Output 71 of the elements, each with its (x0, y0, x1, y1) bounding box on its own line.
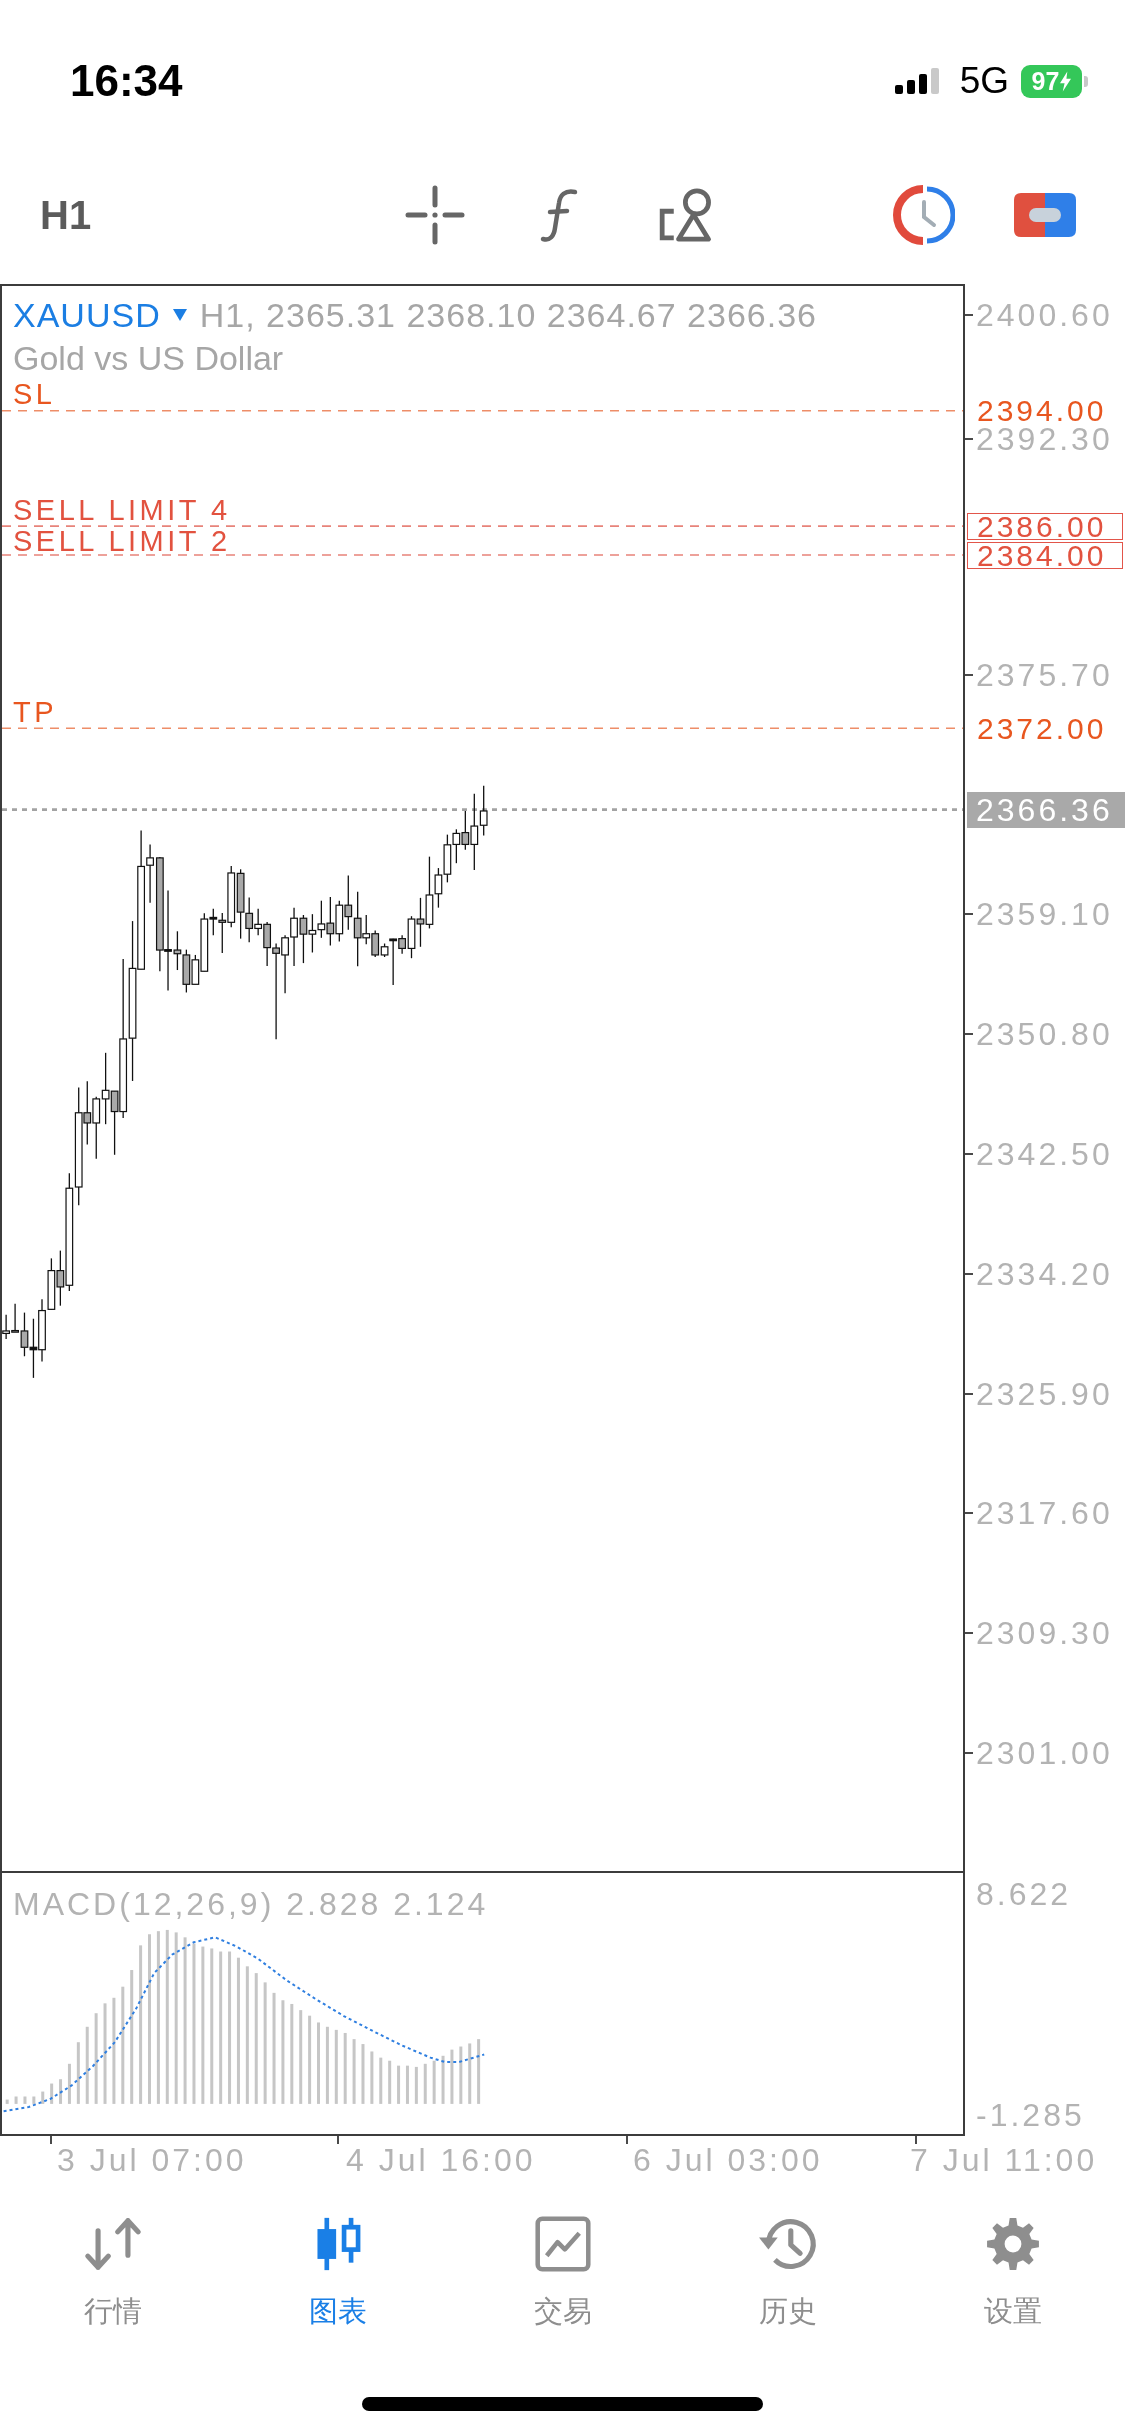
histogram-bar (23, 2096, 27, 2104)
histogram-bar (41, 2091, 45, 2104)
candlestick (344, 874, 353, 931)
line-chart-icon (533, 2216, 592, 2272)
nav-tab[interactable]: 历史 (675, 2216, 900, 2328)
histogram-bar (76, 2042, 80, 2104)
histogram-bar (405, 2065, 409, 2104)
histogram-bar (468, 2043, 472, 2104)
histogram-bar (361, 2044, 365, 2104)
function-icon[interactable] (539, 187, 580, 243)
histogram-bar (459, 2046, 463, 2104)
current-price-tag: 2366.36 (967, 791, 1125, 828)
candlestick (326, 896, 335, 947)
histogram-bar (432, 2060, 436, 2104)
candlestick (29, 1318, 38, 1379)
caret-icon[interactable] (172, 309, 187, 321)
candlestick (443, 834, 452, 883)
symbol-name[interactable]: XAUUSD (13, 295, 161, 335)
histogram-bar (477, 2039, 481, 2104)
histogram-bar (379, 2057, 383, 2104)
histogram-bar (450, 2049, 454, 2104)
order-label: TP (13, 699, 58, 725)
indicator-scale-label: -1.285 (976, 2102, 1085, 2128)
ohlc-quote: H1, 2365.31 2368.10 2364.67 2366.36 (199, 295, 817, 335)
nav-tab[interactable]: 设置 (900, 2216, 1125, 2328)
symbol-description: Gold vs US Dollar (13, 338, 284, 378)
order-label: SL (13, 381, 56, 407)
timeframe-button[interactable]: H1 (40, 192, 92, 238)
crosshair-icon[interactable] (405, 185, 466, 245)
toggle-icon[interactable] (1014, 193, 1077, 237)
nav-tab[interactable]: 交易 (450, 2216, 675, 2328)
clock-icon[interactable] (893, 184, 956, 246)
histogram-bar (370, 2051, 374, 2104)
candlestick (335, 900, 344, 943)
order-price-tag: 2386.00 (967, 512, 1123, 540)
order-price-tag: 2384.00 (967, 541, 1123, 569)
time-tick-label: 6 Jul 03:00 (633, 2147, 823, 2173)
histogram-bar (441, 2055, 445, 2104)
candlestick (47, 1257, 56, 1311)
histogram-bar (59, 2079, 63, 2104)
settings-icon (984, 2216, 1041, 2272)
nav-tab[interactable]: 图表 (225, 2216, 450, 2328)
signal-icon (894, 68, 939, 94)
battery-percentage: 97 (1031, 67, 1060, 95)
histogram-bar (423, 2063, 427, 2104)
histogram-bar (414, 2066, 418, 2104)
histogram-bar (50, 2083, 54, 2104)
histogram-bar (388, 2060, 392, 2104)
histogram-bar (397, 2065, 401, 2104)
nav-tab[interactable]: 行情 (0, 2216, 225, 2328)
histogram-bar (343, 2032, 347, 2104)
histogram-bar (67, 2063, 71, 2104)
histogram-bar (5, 2099, 9, 2104)
time-tick-label: 4 Jul 16:00 (346, 2147, 536, 2173)
history-icon (756, 2216, 819, 2272)
histogram-bar (352, 2039, 356, 2104)
status-time: 16:34 (70, 56, 183, 106)
candlestick (452, 828, 461, 864)
candlestick (308, 913, 317, 954)
histogram-bar (14, 2096, 18, 2104)
candlestick (317, 900, 326, 939)
time-tick-label: 3 Jul 07:00 (57, 2147, 247, 2173)
order-label: SELL LIMIT 4 (13, 497, 231, 523)
network-type: 5G (959, 61, 1009, 101)
candlestick (92, 1096, 101, 1160)
histogram-bar (32, 2096, 36, 2104)
charging-bolt-icon (1060, 70, 1072, 92)
candlestick (299, 914, 308, 964)
time-tick-label: 7 Jul 11:00 (910, 2147, 1098, 2173)
indicator-scale-label: 8.622 (976, 1881, 1072, 1907)
order-label: SELL LIMIT 2 (13, 527, 231, 554)
